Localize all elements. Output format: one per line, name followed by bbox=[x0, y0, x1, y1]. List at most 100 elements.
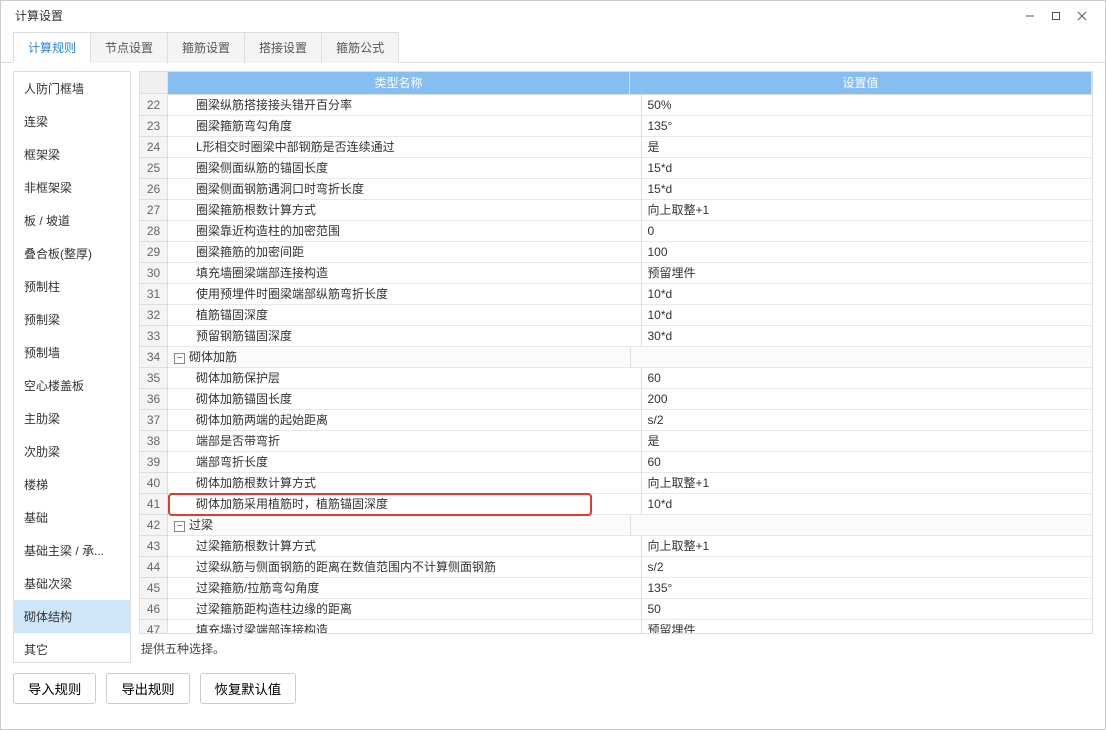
close-button[interactable] bbox=[1069, 3, 1095, 29]
collapse-toggle-icon[interactable]: − bbox=[174, 521, 185, 532]
sidebar-item-1[interactable]: 连梁 bbox=[14, 105, 130, 138]
sidebar-item-15[interactable]: 基础次梁 bbox=[14, 567, 130, 600]
table-row[interactable]: 39端部弯折长度60 bbox=[140, 452, 1092, 473]
sidebar-item-13[interactable]: 基础 bbox=[14, 501, 130, 534]
table-row[interactable]: 27圈梁箍筋根数计算方式向上取整+1 bbox=[140, 200, 1092, 221]
tab-3[interactable]: 搭接设置 bbox=[244, 32, 322, 63]
table-row[interactable]: 23圈梁箍筋弯勾角度135° bbox=[140, 116, 1092, 137]
row-index: 33 bbox=[140, 326, 168, 347]
row-value[interactable]: 0 bbox=[642, 221, 1093, 242]
grid-body[interactable]: 22圈梁纵筋搭接接头错开百分率50%23圈梁箍筋弯勾角度135°24L形相交时圈… bbox=[140, 95, 1092, 633]
row-index: 36 bbox=[140, 389, 168, 410]
table-row[interactable]: 36砌体加筋锚固长度200 bbox=[140, 389, 1092, 410]
table-row[interactable]: 47填充墙过梁端部连接构造预留埋件 bbox=[140, 620, 1092, 633]
row-value[interactable]: 60 bbox=[642, 368, 1093, 389]
row-value[interactable]: 预留埋件 bbox=[642, 263, 1093, 284]
row-index: 28 bbox=[140, 221, 168, 242]
maximize-button[interactable] bbox=[1043, 3, 1069, 29]
sidebar-item-2[interactable]: 框架梁 bbox=[14, 138, 130, 171]
sidebar-item-7[interactable]: 预制梁 bbox=[14, 303, 130, 336]
row-value[interactable]: 50 bbox=[642, 599, 1093, 620]
table-row[interactable]: 33预留钢筋锚固深度30*d bbox=[140, 326, 1092, 347]
table-row[interactable]: 32植筋锚固深度10*d bbox=[140, 305, 1092, 326]
hint-text: 提供五种选择。 bbox=[139, 634, 1093, 663]
table-row[interactable]: 31使用预埋件时圈梁端部纵筋弯折长度10*d bbox=[140, 284, 1092, 305]
reset-defaults-button[interactable]: 恢复默认值 bbox=[200, 673, 297, 704]
row-value[interactable]: 60 bbox=[642, 452, 1093, 473]
category-sidebar[interactable]: 人防门框墙连梁框架梁非框架梁板 / 坡道叠合板(整厚)预制柱预制梁预制墙空心楼盖… bbox=[13, 71, 131, 663]
sidebar-item-9[interactable]: 空心楼盖板 bbox=[14, 369, 130, 402]
row-value[interactable]: 100 bbox=[642, 242, 1093, 263]
row-value[interactable]: s/2 bbox=[642, 410, 1093, 431]
row-index: 24 bbox=[140, 137, 168, 158]
collapse-toggle-icon[interactable]: − bbox=[174, 353, 185, 364]
export-rules-button[interactable]: 导出规则 bbox=[106, 673, 189, 704]
table-row[interactable]: 28圈梁靠近构造柱的加密范围0 bbox=[140, 221, 1092, 242]
table-row[interactable]: 45过梁箍筋/拉筋弯勾角度135° bbox=[140, 578, 1092, 599]
row-index: 45 bbox=[140, 578, 168, 599]
sidebar-item-3[interactable]: 非框架梁 bbox=[14, 171, 130, 204]
row-value[interactable]: 是 bbox=[642, 431, 1093, 452]
header-index bbox=[140, 72, 168, 94]
row-index: 32 bbox=[140, 305, 168, 326]
row-value[interactable]: 向上取整+1 bbox=[642, 473, 1093, 494]
minimize-button[interactable] bbox=[1017, 3, 1043, 29]
row-name: 端部弯折长度 bbox=[168, 452, 642, 473]
row-value[interactable]: 向上取整+1 bbox=[642, 200, 1093, 221]
table-row[interactable]: 43过梁箍筋根数计算方式向上取整+1 bbox=[140, 536, 1092, 557]
table-row[interactable]: 25圈梁侧面纵筋的锚固长度15*d bbox=[140, 158, 1092, 179]
row-value[interactable] bbox=[631, 515, 1093, 536]
table-row[interactable]: 24L形相交时圈梁中部钢筋是否连续通过是 bbox=[140, 137, 1092, 158]
row-name: 植筋锚固深度 bbox=[168, 305, 642, 326]
row-value[interactable]: s/2 bbox=[642, 557, 1093, 578]
table-row[interactable]: 37砌体加筋两端的起始距离s/2 bbox=[140, 410, 1092, 431]
row-index: 31 bbox=[140, 284, 168, 305]
row-value[interactable]: 10*d bbox=[642, 305, 1093, 326]
row-name: −砌体加筋 bbox=[168, 347, 631, 368]
row-value[interactable]: 135° bbox=[642, 578, 1093, 599]
table-row[interactable]: 22圈梁纵筋搭接接头错开百分率50% bbox=[140, 95, 1092, 116]
row-value[interactable]: 向上取整+1 bbox=[642, 536, 1093, 557]
tab-2[interactable]: 箍筋设置 bbox=[167, 32, 245, 63]
tab-0[interactable]: 计算规则 bbox=[13, 32, 91, 63]
table-row[interactable]: 42−过梁 bbox=[140, 515, 1092, 536]
row-value[interactable]: 30*d bbox=[642, 326, 1093, 347]
sidebar-item-0[interactable]: 人防门框墙 bbox=[14, 72, 130, 105]
table-row[interactable]: 44过梁纵筋与侧面钢筋的距离在数值范围内不计算侧面钢筋s/2 bbox=[140, 557, 1092, 578]
row-index: 35 bbox=[140, 368, 168, 389]
sidebar-item-12[interactable]: 楼梯 bbox=[14, 468, 130, 501]
table-row[interactable]: 46过梁箍筋距构造柱边缘的距离50 bbox=[140, 599, 1092, 620]
tab-4[interactable]: 箍筋公式 bbox=[321, 32, 399, 63]
row-value[interactable]: 10*d bbox=[642, 494, 1093, 515]
row-value[interactable]: 50% bbox=[642, 95, 1093, 116]
row-value[interactable]: 135° bbox=[642, 116, 1093, 137]
sidebar-item-14[interactable]: 基础主梁 / 承... bbox=[14, 534, 130, 567]
tab-1[interactable]: 节点设置 bbox=[90, 32, 168, 63]
sidebar-item-5[interactable]: 叠合板(整厚) bbox=[14, 237, 130, 270]
row-name: 圈梁侧面纵筋的锚固长度 bbox=[168, 158, 642, 179]
sidebar-item-8[interactable]: 预制墙 bbox=[14, 336, 130, 369]
import-rules-button[interactable]: 导入规则 bbox=[13, 673, 96, 704]
row-value[interactable] bbox=[631, 347, 1093, 368]
sidebar-item-17[interactable]: 其它 bbox=[14, 633, 130, 663]
sidebar-item-10[interactable]: 主肋梁 bbox=[14, 402, 130, 435]
table-row[interactable]: 26圈梁侧面钢筋遇洞口时弯折长度15*d bbox=[140, 179, 1092, 200]
row-value[interactable]: 预留埋件 bbox=[642, 620, 1093, 633]
table-row[interactable]: 38端部是否带弯折是 bbox=[140, 431, 1092, 452]
table-row[interactable]: 29圈梁箍筋的加密间距100 bbox=[140, 242, 1092, 263]
row-value[interactable]: 15*d bbox=[642, 158, 1093, 179]
table-row[interactable]: 30填充墙圈梁端部连接构造预留埋件 bbox=[140, 263, 1092, 284]
table-row[interactable]: 41砌体加筋采用植筋时，植筋锚固深度10*d bbox=[140, 494, 1092, 515]
sidebar-item-11[interactable]: 次肋梁 bbox=[14, 435, 130, 468]
row-value[interactable]: 200 bbox=[642, 389, 1093, 410]
row-value[interactable]: 15*d bbox=[642, 179, 1093, 200]
row-value[interactable]: 是 bbox=[642, 137, 1093, 158]
row-value[interactable]: 10*d bbox=[642, 284, 1093, 305]
row-name: 砌体加筋根数计算方式 bbox=[168, 473, 642, 494]
sidebar-item-6[interactable]: 预制柱 bbox=[14, 270, 130, 303]
sidebar-item-4[interactable]: 板 / 坡道 bbox=[14, 204, 130, 237]
sidebar-item-16[interactable]: 砌体结构 bbox=[14, 600, 130, 633]
table-row[interactable]: 34−砌体加筋 bbox=[140, 347, 1092, 368]
table-row[interactable]: 40砌体加筋根数计算方式向上取整+1 bbox=[140, 473, 1092, 494]
table-row[interactable]: 35砌体加筋保护层60 bbox=[140, 368, 1092, 389]
